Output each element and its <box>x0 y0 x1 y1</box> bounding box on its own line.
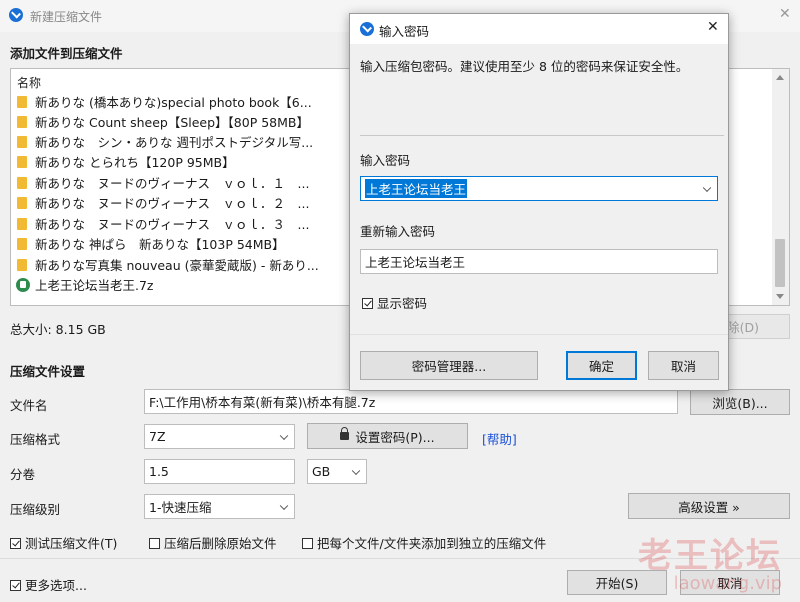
list-item[interactable]: 新ありな写真集 nouveau (豪華愛蔵版) - 新あり... <box>17 256 319 276</box>
list-item[interactable]: 新ありな (橋本ありな)special photo book【6... <box>17 93 312 113</box>
folder-icon <box>17 156 27 168</box>
show-password-option[interactable]: 显示密码 <box>362 293 427 312</box>
add-files-heading: 添加文件到压缩文件 <box>10 46 123 61</box>
level-select[interactable]: 1-快速压缩 <box>144 494 295 519</box>
format-label: 压缩格式 <box>10 432 61 447</box>
list-item[interactable]: 新ありな ヌードのヴィーナス ｖｏｌ．３ ... <box>17 215 309 235</box>
list-item[interactable]: 新ありな 神ぱら 新ありな【103P 54MB】 <box>17 235 285 255</box>
password-dialog: 输入密码 ✕ 输入压缩包密码。建议使用至少 8 位的密码来保证安全性。 输入密码… <box>349 13 729 391</box>
dialog-cancel-button[interactable]: 取消 <box>648 351 719 380</box>
close-icon[interactable]: ✕ <box>779 6 791 22</box>
browse-button[interactable]: 浏览(B)... <box>690 389 790 415</box>
close-icon[interactable]: ✕ <box>707 19 719 35</box>
password-label: 输入密码 <box>360 153 411 168</box>
password-manager-button[interactable]: 密码管理器... <box>360 351 538 380</box>
folder-icon <box>17 259 27 271</box>
app-logo-icon <box>9 8 23 22</box>
list-item[interactable]: 上老王论坛当老王.7z <box>16 276 154 296</box>
chevron-down-icon <box>279 501 289 510</box>
folder-icon <box>17 218 27 230</box>
folder-icon <box>17 116 27 128</box>
chevron-down-icon[interactable] <box>702 183 712 192</box>
split-size-value: 1.5 <box>149 464 169 479</box>
format-value: 7Z <box>149 429 166 444</box>
list-item[interactable]: 新ありな とられち【120P 95MB】 <box>17 153 235 173</box>
divider <box>350 334 728 335</box>
chevron-down-icon <box>351 466 361 475</box>
scroll-up-icon[interactable] <box>776 75 784 80</box>
folder-icon <box>17 136 27 148</box>
settings-heading: 压缩文件设置 <box>10 364 86 379</box>
scroll-down-icon[interactable] <box>776 294 784 299</box>
list-item[interactable]: 新ありな ヌードのヴィーナス ｖｏｌ．１ ... <box>17 174 309 194</box>
delete-after-option[interactable]: 压缩后删除原始文件 <box>149 533 277 552</box>
checkbox-unchecked[interactable] <box>302 538 313 549</box>
split-label: 分卷 <box>10 467 36 482</box>
total-size: 总大小: 8.15 GB <box>10 322 106 337</box>
folder-icon <box>17 96 27 108</box>
folder-icon <box>17 197 27 209</box>
separate-archives-option[interactable]: 把每个文件/文件夹添加到独立的压缩文件 <box>302 533 546 552</box>
split-unit-select[interactable]: GB <box>307 459 367 484</box>
password-input[interactable]: 上老王论坛当老王 <box>360 176 718 201</box>
filename-label: 文件名 <box>10 398 48 413</box>
checkbox-checked[interactable] <box>362 298 373 309</box>
level-label: 压缩级别 <box>10 502 61 517</box>
window-title: 新建压缩文件 <box>30 10 103 24</box>
ok-button[interactable]: 确定 <box>566 351 637 380</box>
archive-icon <box>16 278 30 292</box>
format-select[interactable]: 7Z <box>144 424 295 449</box>
list-item[interactable]: 新ありな シン・ありな 週刊ポストデジタル写... <box>17 133 313 153</box>
lock-icon <box>340 427 350 440</box>
watermark-text: 老王论坛 <box>638 536 782 576</box>
dialog-hint: 输入压缩包密码。建议使用至少 8 位的密码来保证安全性。 <box>360 59 689 74</box>
watermark: 老王论坛 laowang.vip <box>638 528 782 594</box>
level-value: 1-快速压缩 <box>149 500 212 515</box>
checkbox-checked[interactable] <box>10 538 21 549</box>
confirm-password-label: 重新输入密码 <box>360 224 436 239</box>
checkbox-unchecked[interactable] <box>149 538 160 549</box>
folder-icon <box>17 177 27 189</box>
dialog-titlebar: 输入密码 ✕ <box>350 14 728 44</box>
folder-icon <box>17 238 27 250</box>
list-item[interactable]: 新ありな Count sheep【Sleep】【80P 58MB】 <box>17 113 309 133</box>
list-item[interactable]: 新ありな ヌードのヴィーナス ｖｏｌ．２ ... <box>17 194 309 214</box>
vertical-scrollbar[interactable] <box>772 69 789 305</box>
test-archive-option[interactable]: 测试压缩文件(T) <box>10 533 117 552</box>
app-logo-icon <box>360 22 374 36</box>
column-header-name[interactable]: 名称 <box>17 74 41 91</box>
set-password-button[interactable]: 设置密码(P)... <box>307 423 468 449</box>
split-size-input[interactable]: 1.5 <box>144 459 295 484</box>
scroll-thumb[interactable] <box>775 239 785 287</box>
divider <box>360 135 724 136</box>
split-unit-value: GB <box>312 464 331 479</box>
confirm-password-input[interactable]: 上老王论坛当老王 <box>360 249 718 274</box>
dialog-title: 输入密码 <box>379 24 430 39</box>
help-link[interactable]: [帮助] <box>482 429 517 448</box>
filename-input[interactable]: F:\工作用\桥本有菜(新有菜)\桥本有腿.7z <box>144 389 678 414</box>
password-value: 上老王论坛当老王 <box>365 179 468 198</box>
advanced-settings-button[interactable]: 高级设置 » <box>628 493 790 519</box>
chevron-down-icon <box>279 431 289 440</box>
more-options-toggle[interactable]: 更多选项... <box>10 575 87 594</box>
checkbox-checked[interactable] <box>10 580 21 591</box>
